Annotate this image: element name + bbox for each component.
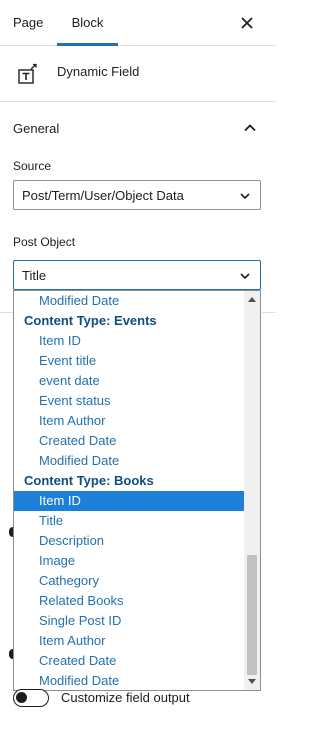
dropdown-optgroup-label: Content Type: Events <box>24 313 157 328</box>
tab-page[interactable]: Page <box>13 0 43 46</box>
post-object-select[interactable]: Title <box>13 260 261 290</box>
block-title: Dynamic Field <box>57 64 140 79</box>
tab-block[interactable]: Block <box>57 0 118 46</box>
dropdown-option[interactable]: Cathegory <box>14 571 244 591</box>
panel-divider <box>262 312 276 313</box>
close-icon[interactable] <box>236 12 258 34</box>
toggle-label: Customize field output <box>61 690 190 705</box>
dropdown-option[interactable]: Item ID <box>14 331 244 351</box>
dropdown-option[interactable]: Single Post ID <box>14 611 244 631</box>
post-object-value: Title <box>22 268 47 283</box>
dropdown-option[interactable]: Item Author <box>14 411 244 431</box>
source-select[interactable]: Post/Term/User/Object Data <box>13 180 261 210</box>
source-label: Source <box>13 159 52 173</box>
block-card: Dynamic Field <box>0 46 276 102</box>
scroll-down-arrow-icon[interactable] <box>248 679 256 684</box>
dropdown-option[interactable]: Modified Date <box>14 671 244 690</box>
dropdown-option[interactable]: Item Author <box>14 631 244 651</box>
dropdown-option[interactable]: event date <box>14 371 244 391</box>
post-object-label: Post Object <box>13 235 76 249</box>
toggle-knob <box>16 692 27 703</box>
dropdown-option[interactable]: Related Books <box>14 591 244 611</box>
dropdown-option[interactable]: Created Date <box>14 431 244 451</box>
dropdown-optgroup-label: Content Type: Books <box>24 473 154 488</box>
dropdown-option[interactable]: Created Date <box>14 651 244 671</box>
customize-output-toggle[interactable] <box>13 689 49 707</box>
dynamic-field-icon <box>18 63 37 84</box>
sidebar-tabs: Page Block <box>0 0 276 46</box>
dropdown-option[interactable]: Image <box>14 551 244 571</box>
post-object-dropdown-list[interactable]: Modified Date Content Type: Events Item ID… <box>13 290 261 691</box>
dropdown-option[interactable]: Event title <box>14 351 244 371</box>
dropdown-option[interactable]: Description <box>14 531 244 551</box>
dropdown-option[interactable]: Modified Date <box>14 451 244 471</box>
dropdown-option[interactable]: Title <box>14 511 244 531</box>
source-value: Post/Term/User/Object Data <box>22 188 184 203</box>
dropdown-option[interactable]: Item ID <box>14 491 244 511</box>
dropdown-option[interactable]: Event status <box>14 391 244 411</box>
chevron-down-icon <box>240 273 250 280</box>
scroll-thumb[interactable] <box>247 555 257 675</box>
dropdown-option[interactable]: Modified Date <box>14 291 244 311</box>
chevron-up-icon <box>244 124 256 132</box>
panel-divider <box>0 312 14 313</box>
scroll-up-arrow-icon[interactable] <box>248 297 256 302</box>
general-panel-toggle[interactable]: General <box>0 102 276 156</box>
chevron-down-icon <box>240 193 250 200</box>
dropdown-scrollbar[interactable] <box>244 291 260 690</box>
panel-title: General <box>13 121 60 136</box>
